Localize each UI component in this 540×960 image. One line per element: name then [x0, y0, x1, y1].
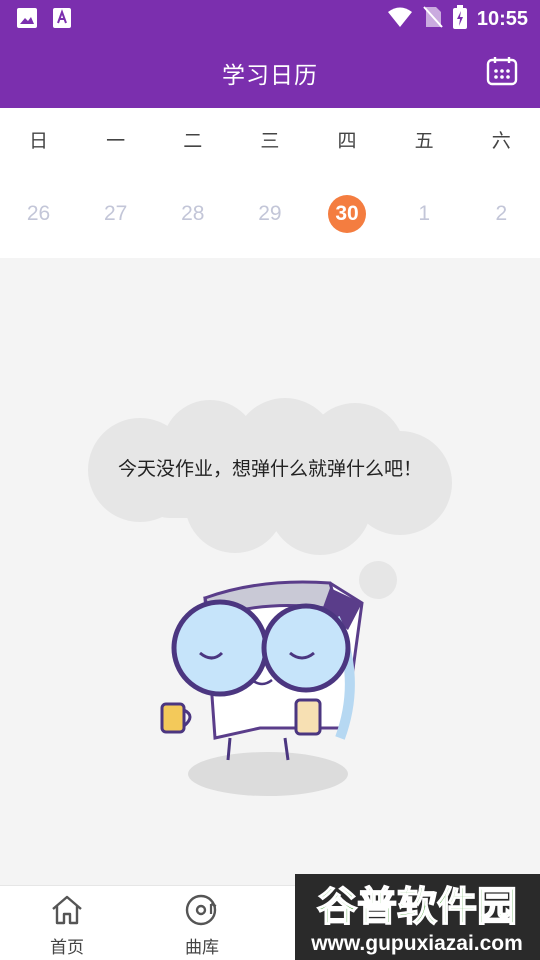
weekday-label: 五 [414, 129, 434, 152]
empty-state: 今天没作业，想弹什么就弹什么吧！ [0, 258, 540, 885]
tab-library-label: 曲库 [185, 938, 219, 958]
battery-charging-icon [452, 5, 467, 33]
weekday-label: 二 [183, 129, 203, 152]
date-item[interactable]: 29 [251, 195, 289, 233]
calendar-button[interactable] [486, 56, 518, 86]
weekday-label: 三 [260, 129, 280, 152]
calendar-icon [486, 57, 518, 90]
music-disc-icon [185, 894, 219, 930]
weekday-label: 日 [29, 129, 49, 152]
date-row: 26 27 28 29 30 1 2 [0, 194, 540, 234]
tab-library[interactable]: 曲库 [152, 894, 252, 958]
no-sim-icon [423, 5, 443, 33]
thought-cloud-illustration [88, 398, 452, 796]
image-icon [16, 7, 38, 33]
weekday-row: 日 一 二 三 四 五 六 [0, 124, 540, 154]
weekday-label: 六 [491, 129, 511, 152]
empty-state-message: 今天没作业，想弹什么就弹什么吧！ [117, 458, 422, 480]
week-calendar: 日 一 二 三 四 五 六 26 27 28 29 30 1 2 [0, 108, 540, 258]
date-item[interactable]: 27 [97, 195, 135, 233]
wifi-icon [387, 6, 413, 32]
font-icon [52, 7, 72, 33]
weekday-label: 四 [337, 129, 357, 152]
date-item[interactable]: 1 [405, 195, 443, 233]
watermark-logo: 谷普软件园 www.gupuxiazai.com [295, 874, 540, 960]
watermark-brand: 谷普软件园 [317, 884, 517, 930]
date-item[interactable]: 26 [20, 195, 58, 233]
date-item-selected[interactable]: 30 [328, 195, 367, 233]
page-title: 学习日历 [222, 63, 318, 89]
status-time: 10:55 [476, 7, 528, 30]
watermark-url: www.gupuxiazai.com [310, 932, 523, 955]
tab-home[interactable]: 首页 [17, 894, 117, 958]
date-item[interactable]: 28 [174, 195, 212, 233]
tab-home-label: 首页 [50, 938, 84, 958]
app-bar: 学习日历 [0, 36, 540, 108]
home-icon [50, 894, 84, 930]
date-item[interactable]: 2 [482, 195, 520, 233]
weekday-label: 一 [106, 129, 126, 152]
status-bar: 10:55 [0, 0, 540, 36]
character-illustration [160, 580, 364, 796]
